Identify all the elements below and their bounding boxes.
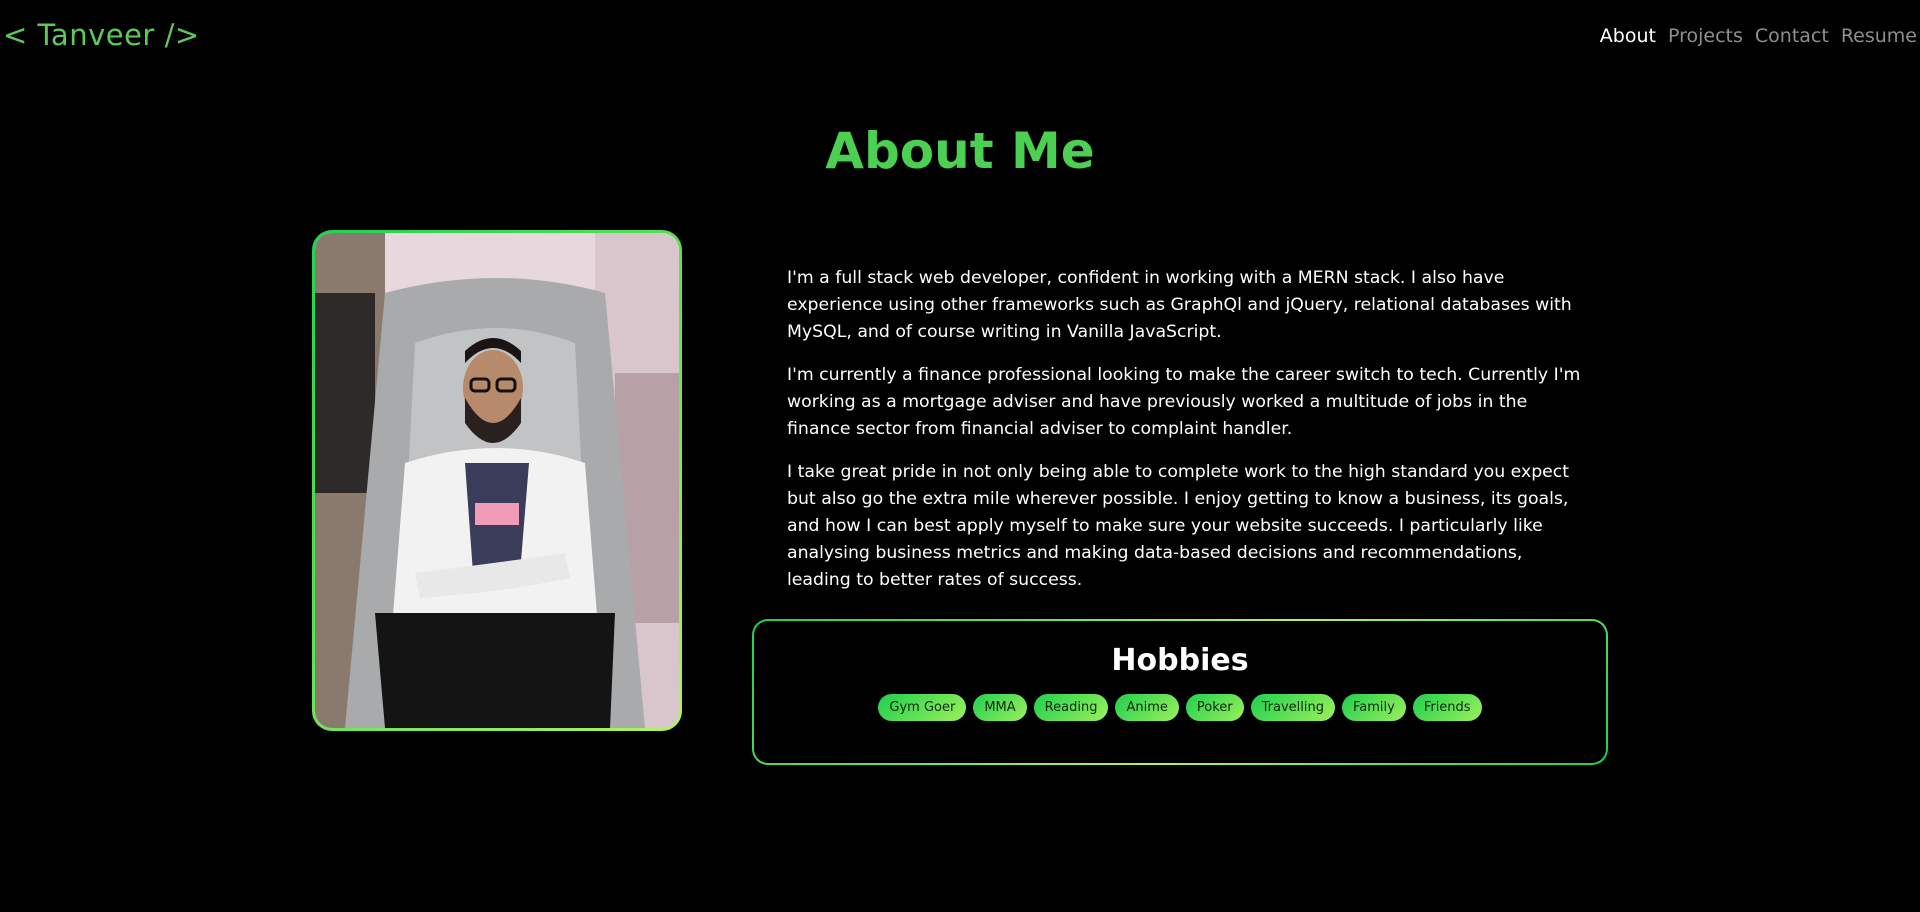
hobby-pill: MMA [973, 694, 1027, 721]
nav-link-resume[interactable]: Resume [1841, 25, 1917, 47]
navbar: < Tanveer /> About Projects Contact Resu… [0, 0, 1920, 74]
nav-link-projects[interactable]: Projects [1668, 25, 1743, 47]
about-paragraph: I'm currently a finance professional loo… [787, 365, 1581, 439]
page-title: About Me [825, 122, 1095, 180]
about-paragraph: I'm a full stack web developer, confiden… [787, 268, 1572, 342]
nav-link-about[interactable]: About [1600, 25, 1656, 47]
hobby-pill: Friends [1412, 694, 1482, 721]
site-logo[interactable]: < Tanveer /> [3, 18, 200, 52]
hobby-pill: Reading [1033, 694, 1109, 721]
hobby-pill: Gym Goer [878, 694, 967, 721]
hobby-pill: Travelling [1250, 694, 1335, 721]
hobby-pill: Anime [1115, 694, 1179, 721]
hobbies-card: Hobbies Gym Goer MMA Reading Anime Poker… [752, 619, 1608, 765]
profile-photo-frame [312, 230, 682, 731]
hobby-pill: Poker [1185, 694, 1244, 721]
profile-photo [315, 233, 679, 728]
hobbies-title: Hobbies [1111, 643, 1249, 678]
hobby-list: Gym Goer MMA Reading Anime Poker Travell… [878, 694, 1482, 721]
nav-links: About Projects Contact Resume [1600, 25, 1917, 47]
nav-link-contact[interactable]: Contact [1755, 25, 1829, 47]
hobbies-card-inner: Hobbies Gym Goer MMA Reading Anime Poker… [754, 621, 1606, 763]
about-text: I'm a full stack web developer, confiden… [787, 265, 1587, 610]
hobby-pill: Family [1341, 694, 1406, 721]
about-paragraph: I take great pride in not only being abl… [787, 462, 1570, 590]
profile-photo-illustration [315, 233, 679, 728]
